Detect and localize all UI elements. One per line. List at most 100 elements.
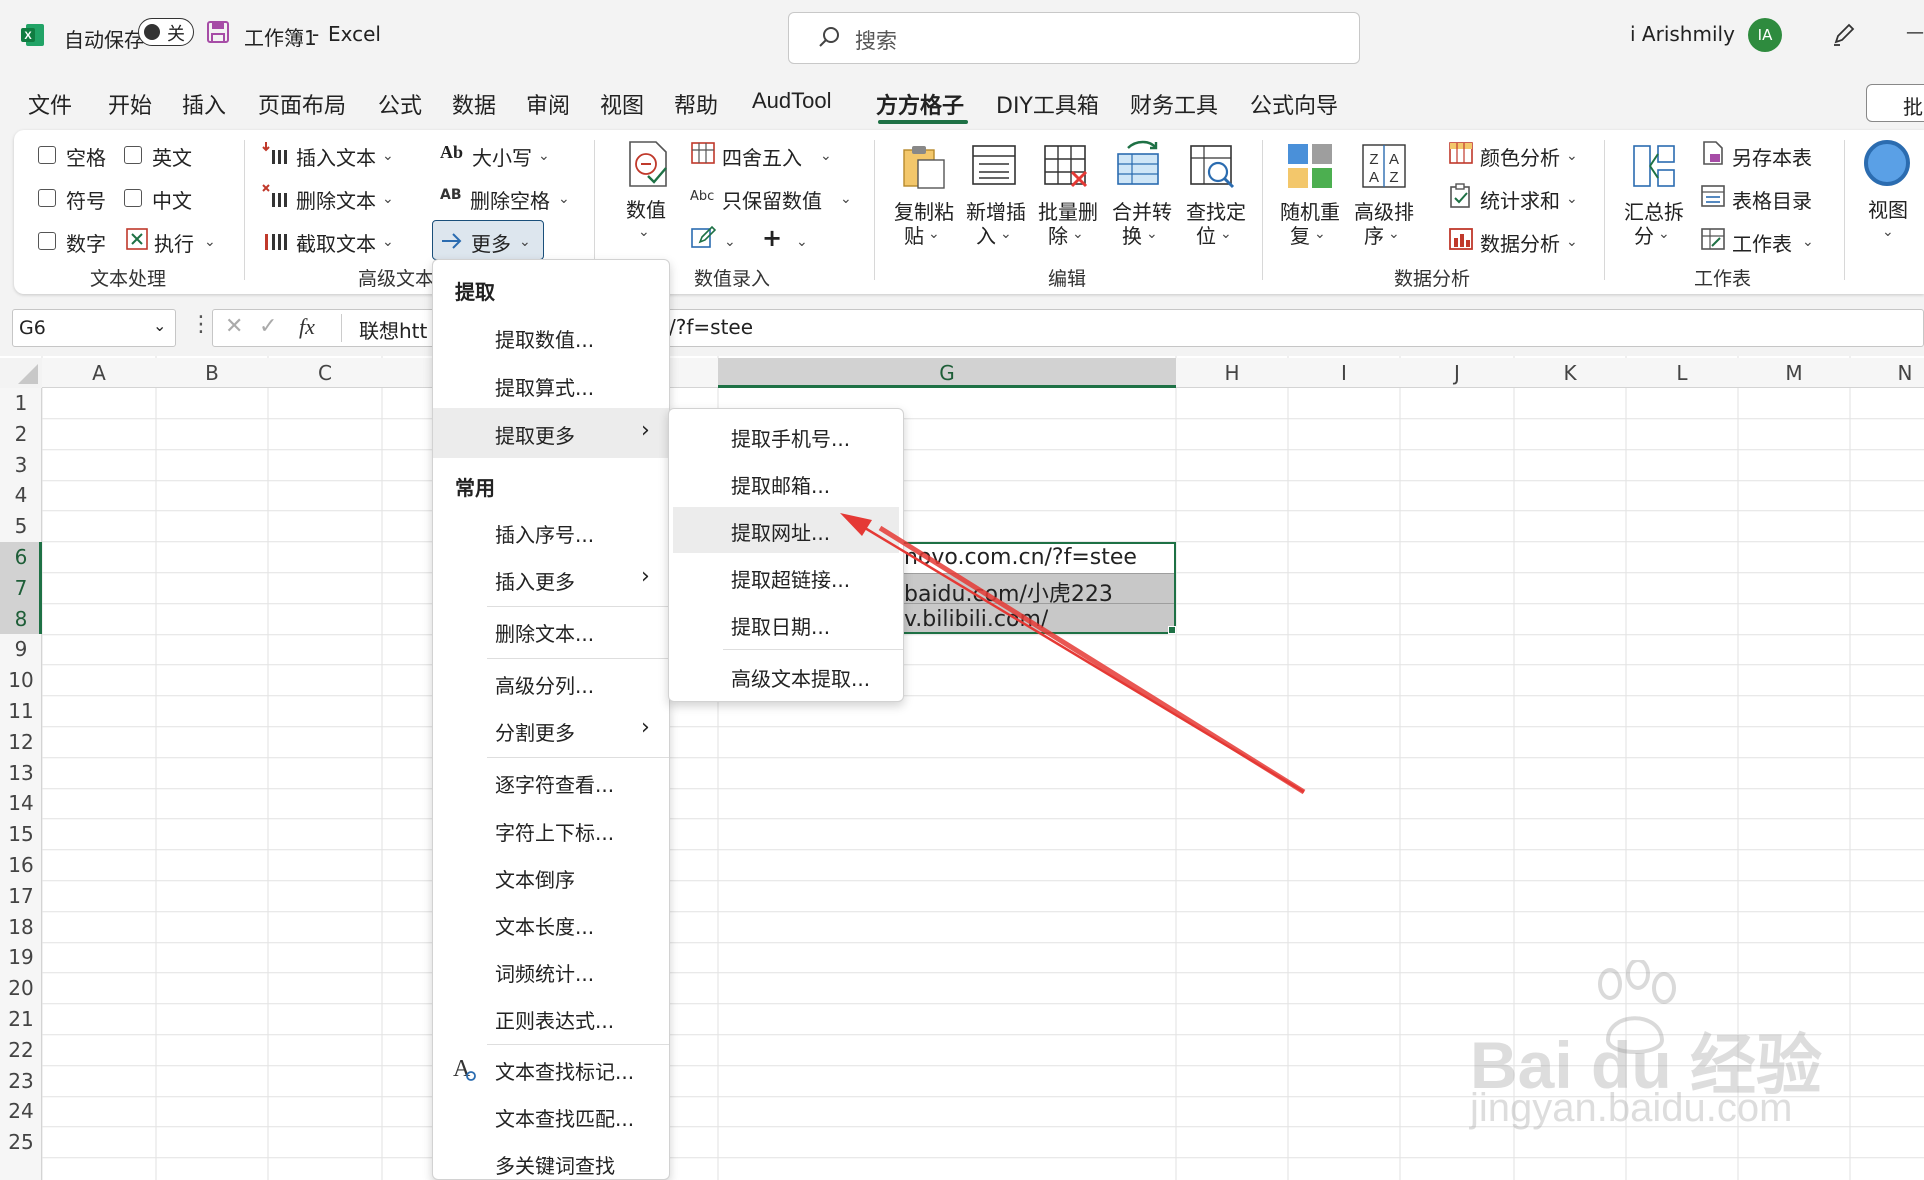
row-header-25[interactable]: 25 xyxy=(0,1127,42,1158)
save-sheet-button[interactable]: 另存本表 xyxy=(1732,142,1812,171)
menu-item-delete-text[interactable]: 删除文本... xyxy=(495,618,594,647)
row-header-16[interactable]: 16 xyxy=(0,850,42,881)
checkbox-space[interactable] xyxy=(38,146,56,164)
table-toc-button[interactable]: 表格目录 xyxy=(1732,185,1812,214)
column-header-h[interactable]: H xyxy=(1176,358,1288,388)
name-box[interactable]: G6 ⌄ xyxy=(12,309,176,347)
row-header-13[interactable]: 13 xyxy=(0,758,42,789)
menu-item-text-length[interactable]: 文本长度... xyxy=(495,911,594,940)
row-header-4[interactable]: 4 xyxy=(0,480,42,511)
tab-insert[interactable]: 插入 xyxy=(182,88,226,120)
merge-convert-button-line2[interactable]: 换 xyxy=(1122,220,1142,249)
menu-item-advanced-split[interactable]: 高级分列... xyxy=(495,670,594,699)
fill-handle[interactable] xyxy=(1168,626,1176,634)
column-header-b[interactable]: B xyxy=(156,358,268,388)
batch-delete-button-line1[interactable]: 批量删 xyxy=(1038,196,1098,225)
copy-paste-button-line2[interactable]: 贴 xyxy=(904,220,924,249)
column-header-k[interactable]: K xyxy=(1514,358,1626,388)
plus-icon[interactable]: + xyxy=(762,224,782,252)
submenu-item-hyperlink[interactable]: 提取超链接... xyxy=(731,564,850,593)
checkbox-chinese[interactable] xyxy=(124,189,142,207)
row-header-21[interactable]: 21 xyxy=(0,1004,42,1035)
row-header-18[interactable]: 18 xyxy=(0,912,42,943)
row-header-6[interactable]: 6 xyxy=(0,542,42,573)
row-header-14[interactable]: 14 xyxy=(0,788,42,819)
batch-delete-button-line2[interactable]: 除 xyxy=(1048,220,1068,249)
summary-split-button-line2[interactable]: 分 xyxy=(1634,220,1654,249)
menu-item-insert-more[interactable]: 插入更多 xyxy=(495,566,575,595)
row-header-19[interactable]: 19 xyxy=(0,942,42,973)
column-header-l[interactable]: L xyxy=(1626,358,1738,388)
submenu-item-url[interactable]: 提取网址... xyxy=(731,517,830,546)
tab-formula-guide[interactable]: 公式向导 xyxy=(1250,88,1338,120)
menu-item-text-find-match[interactable]: 文本查找匹配... xyxy=(495,1103,634,1132)
value-button[interactable]: 数值 xyxy=(626,194,666,223)
data-analysis-button[interactable]: 数据分析 xyxy=(1480,228,1560,257)
column-header-j[interactable]: J xyxy=(1400,358,1514,388)
delete-space-button[interactable]: 删除空格 xyxy=(470,185,550,214)
menu-item-extract-formula[interactable]: 提取算式... xyxy=(495,372,594,401)
tab-finance[interactable]: 财务工具 xyxy=(1130,88,1218,120)
tab-review[interactable]: 审阅 xyxy=(526,88,570,120)
tab-fangfang[interactable]: 方方格子 xyxy=(876,88,964,120)
autosave-toggle[interactable]: 关 xyxy=(138,18,194,46)
column-header-n[interactable]: N xyxy=(1850,358,1924,388)
row-header-24[interactable]: 24 xyxy=(0,1096,42,1127)
insert-text-button[interactable]: 插入文本 xyxy=(296,142,376,171)
row-header-5[interactable]: 5 xyxy=(0,511,42,542)
row-header-10[interactable]: 10 xyxy=(0,665,42,696)
menu-item-superscript[interactable]: 字符上下标... xyxy=(495,817,614,846)
formula-options-icon[interactable]: ⋮ xyxy=(190,312,212,337)
random-repeat-button-line1[interactable]: 随机重 xyxy=(1280,196,1340,225)
more-button[interactable]: 更多 ⌄ xyxy=(432,220,544,260)
checkbox-number[interactable] xyxy=(38,232,56,250)
row-header-3[interactable]: 3 xyxy=(0,450,42,481)
extract-text-button[interactable]: 截取文本 xyxy=(296,228,376,257)
checkbox-english[interactable] xyxy=(124,146,142,164)
checkbox-symbol[interactable] xyxy=(38,189,56,207)
column-header-g[interactable]: G xyxy=(718,358,1176,388)
random-repeat-button-line2[interactable]: 复 xyxy=(1290,220,1310,249)
row-header-11[interactable]: 11 xyxy=(0,696,42,727)
menu-item-regex[interactable]: 正则表达式... xyxy=(495,1005,614,1034)
case-button[interactable]: 大小写 xyxy=(472,142,532,171)
row-header-17[interactable]: 17 xyxy=(0,881,42,912)
add-insert-button-line2[interactable]: 入 xyxy=(976,220,996,249)
stat-sum-button[interactable]: 统计求和 xyxy=(1480,185,1560,214)
search-box[interactable]: 搜索 xyxy=(788,12,1360,64)
submenu-item-phone[interactable]: 提取手机号... xyxy=(731,423,850,452)
delete-text-button[interactable]: 删除文本 xyxy=(296,185,376,214)
row-header-20[interactable]: 20 xyxy=(0,973,42,1004)
row-header-8[interactable]: 8 xyxy=(0,604,42,635)
tab-data[interactable]: 数据 xyxy=(452,88,496,120)
tab-file[interactable]: 文件 xyxy=(28,88,72,120)
execute-button[interactable]: 执行 xyxy=(154,228,194,257)
user-name[interactable]: i Arishmily xyxy=(1630,22,1735,46)
minimize-button[interactable]: — xyxy=(1906,22,1924,43)
row-header-12[interactable]: 12 xyxy=(0,727,42,758)
column-header-i[interactable]: I xyxy=(1288,358,1400,388)
copy-paste-button-line1[interactable]: 复制粘 xyxy=(894,196,954,225)
row-header-23[interactable]: 23 xyxy=(0,1066,42,1097)
column-header-c[interactable]: C xyxy=(268,358,382,388)
tab-page-layout[interactable]: 页面布局 xyxy=(258,88,346,120)
menu-item-word-freq[interactable]: 词频统计... xyxy=(495,958,594,987)
tab-formulas[interactable]: 公式 xyxy=(378,88,422,120)
row-header-9[interactable]: 9 xyxy=(0,634,42,665)
menu-item-extract-value[interactable]: 提取数值... xyxy=(495,324,594,353)
menu-item-char-view[interactable]: 逐字符查看... xyxy=(495,769,614,798)
tab-help[interactable]: 帮助 xyxy=(674,88,718,120)
view-button[interactable]: 视图 xyxy=(1868,194,1908,223)
tab-audtool[interactable]: AudTool xyxy=(752,88,832,114)
cell-g7[interactable]: baidu.com/小虎223 xyxy=(904,576,1113,608)
select-all-corner[interactable] xyxy=(0,358,42,388)
row-header-22[interactable]: 22 xyxy=(0,1035,42,1066)
row-header-15[interactable]: 15 xyxy=(0,819,42,850)
keep-values-button[interactable]: 只保留数值 xyxy=(722,185,822,214)
submenu-item-advanced[interactable]: 高级文本提取... xyxy=(731,663,870,692)
cell-g6[interactable]: novo.com.cn/?f=stee xyxy=(904,545,1137,570)
add-insert-button-line1[interactable]: 新增插 xyxy=(966,196,1026,225)
menu-item-extract-more[interactable]: 提取更多 xyxy=(495,420,575,449)
cell-g8[interactable]: v.bilibili.com/ xyxy=(904,607,1048,632)
color-analysis-button[interactable]: 颜色分析 xyxy=(1480,142,1560,171)
